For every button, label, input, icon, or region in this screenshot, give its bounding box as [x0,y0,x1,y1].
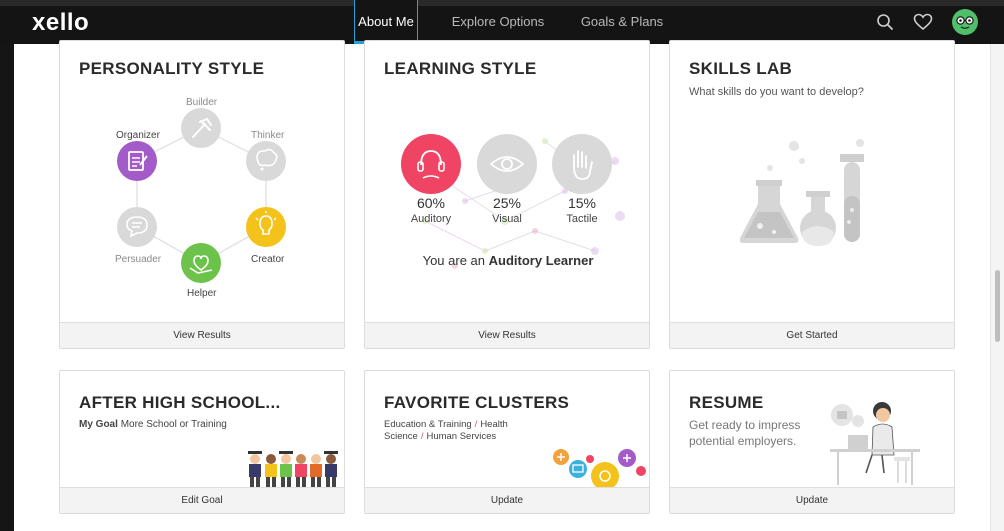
organizer-icon [117,141,157,181]
heart-icon[interactable] [913,13,933,31]
top-navigation-bar: xello About Me Explore Options Goals & P… [0,0,1004,44]
view-results-button[interactable]: View Results [365,322,649,348]
thinker-label: Thinker [251,130,285,141]
get-started-button[interactable]: Get Started [670,322,954,348]
visual-icon [477,134,537,194]
tactile-icon [552,134,612,194]
cluster-item[interactable]: Human Services [426,431,496,442]
helper-icon [181,243,221,283]
creator-icon [246,207,286,247]
after-high-school-card[interactable]: AFTER HIGH SCHOOL... My Goal More School… [59,370,345,514]
update-resume-button[interactable]: Update [670,487,954,513]
auditory-label: Auditory [410,213,452,225]
goal-line: My Goal More School or Training [79,418,227,432]
thinker-icon [246,141,286,181]
persuader-label: Persuader [115,254,162,265]
goal-value: More School or Training [120,419,227,430]
card-subtitle: What skills do you want to develop? [689,86,864,98]
creator-label: Creator [251,254,285,265]
clusters-list: Education & Training / Health Science / Huma… [384,419,508,442]
learning-network-graphic [401,134,625,269]
scrollbar[interactable] [990,44,1004,531]
card-title: SKILLS LAB [689,59,793,78]
avatar[interactable] [951,8,979,36]
auditory-percent: 60% [416,195,446,211]
auditory-icon [401,134,461,194]
tactile-percent: 15% [567,195,597,211]
organizer-label: Organizer [116,130,160,141]
scrollbar-thumb[interactable] [995,270,1000,342]
tab-goals-plans[interactable]: Goals & Plans [576,0,668,44]
card-title: FAVORITE CLUSTERS [384,393,570,412]
lab-flasks-illustration [740,139,864,246]
card-subtitle: Get ready to impress potential employers… [689,418,801,448]
graduates-illustration [248,451,338,487]
dashboard-content: PERSONALITY STYLE Builder Thinker Organi… [14,40,1000,531]
learning-result: You are an Auditory Learner [365,253,649,268]
cluster-item[interactable]: Education & Training [384,419,472,430]
tab-explore-options[interactable]: Explore Options [446,0,550,44]
edit-goal-button[interactable]: Edit Goal [60,487,344,513]
update-clusters-button[interactable]: Update [365,487,649,513]
result-prefix: You are an [422,253,486,268]
left-edge [0,0,14,531]
resume-card[interactable]: RESUME Get ready to impress potential em… [669,370,955,514]
card-title: RESUME [689,393,764,412]
persuader-icon [117,207,157,247]
tab-about-me[interactable]: About Me [354,0,418,44]
personality-style-card[interactable]: PERSONALITY STYLE Builder Thinker Organi… [59,40,345,349]
card-title: AFTER HIGH SCHOOL... [79,393,281,412]
learning-style-card[interactable]: LEARNING STYLE 60% Auditory 25% Visual 1… [364,40,650,349]
search-icon[interactable] [876,13,894,31]
resume-person-illustration [830,402,920,485]
builder-label: Builder [186,97,218,108]
result-style: Auditory Learner [488,253,594,268]
xello-logo[interactable]: xello [32,9,89,37]
tactile-label: Tactile [566,213,598,225]
favorite-clusters-card[interactable]: FAVORITE CLUSTERS Education & Training / H… [364,370,650,514]
personality-hexagon-diagram [117,108,286,283]
visual-label: Visual [492,213,522,225]
skills-lab-card[interactable]: SKILLS LAB What skills do you want to de… [669,40,955,349]
goal-label: My Goal [79,419,118,430]
builder-icon [181,108,221,148]
view-results-button[interactable]: View Results [60,322,344,348]
helper-label: Helper [187,288,217,299]
visual-percent: 25% [492,195,522,211]
